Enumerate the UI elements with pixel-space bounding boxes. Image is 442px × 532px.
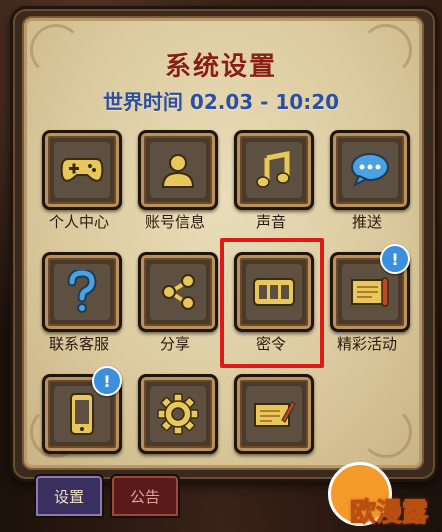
panel-title: 系统设置 [164, 52, 277, 82]
notice-tab[interactable]: 公告 [110, 474, 180, 518]
world-time: 世界时间 02.03 - 10:20 [102, 90, 340, 114]
personal-center-button[interactable] [42, 130, 122, 210]
account-info-button[interactable] [138, 130, 218, 210]
letter-button[interactable] [234, 374, 314, 454]
letter-icon [254, 401, 296, 427]
scroll-icon [351, 277, 389, 307]
share-button[interactable] [138, 252, 218, 332]
chat-bubble-icon [351, 153, 389, 188]
tile-label: 精彩活动 [336, 335, 397, 353]
tile-label: 账号信息 [144, 213, 205, 231]
highlight-box [220, 238, 324, 368]
gamepad-icon [60, 158, 104, 182]
watermark-text: 欧漫露 [349, 498, 429, 529]
tile-label: 联系客服 [48, 335, 109, 353]
push-notification-button[interactable] [330, 130, 410, 210]
notification-badge: ! [92, 366, 122, 396]
ornament-corner [360, 406, 412, 458]
question-icon [67, 270, 97, 313]
tile-label: 声音 [255, 213, 286, 231]
sound-button[interactable] [234, 130, 314, 210]
tile-label: 分享 [159, 335, 190, 353]
tile-label: 推送 [351, 213, 382, 231]
music-note-icon [256, 150, 290, 188]
person-icon [161, 154, 195, 188]
customer-service-button[interactable] [42, 252, 122, 332]
gear-icon [157, 393, 199, 435]
settings-tab[interactable]: 设置 [34, 474, 104, 518]
tile-label: 个人中心 [48, 213, 109, 231]
settings-gear-button[interactable] [138, 374, 218, 454]
share-icon [162, 274, 195, 310]
notification-badge: ! [380, 244, 410, 274]
phone-icon [70, 393, 94, 435]
